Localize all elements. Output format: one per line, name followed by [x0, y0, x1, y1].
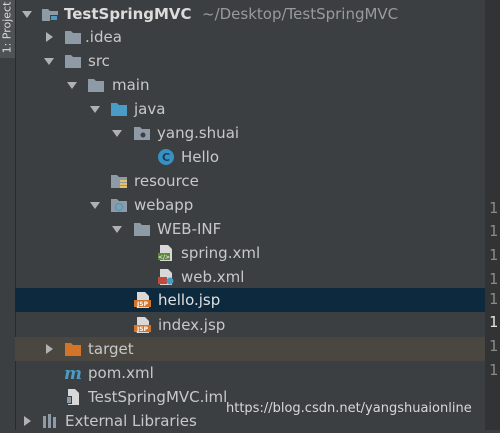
tree-label-idea: .idea: [85, 28, 122, 46]
project-name: TestSpringMVC: [64, 5, 192, 23]
project-folder-icon: [41, 5, 59, 23]
tree-label-index-jsp: index.jsp: [158, 316, 226, 334]
tree-row-project-root[interactable]: TestSpringMVC ~/Desktop/TestSpringMVC: [15, 2, 485, 26]
gutter-line-number-current: 1: [489, 313, 499, 331]
gutter-line-number: 1: [489, 246, 499, 264]
tree-row-resource[interactable]: resource: [15, 169, 485, 193]
folder-icon: [64, 28, 82, 46]
tree-row-web-xml[interactable]: web.xml: [15, 265, 485, 289]
chevron-down-icon[interactable]: [89, 199, 101, 211]
project-tree[interactable]: TestSpringMVC ~/Desktop/TestSpringMVC .i…: [15, 0, 485, 430]
chevron-down-icon[interactable]: [89, 103, 101, 115]
watermark-url: https://blog.csdn.net/yangshuaionline: [226, 401, 472, 416]
gutter-line-number: 1: [489, 199, 499, 217]
tree-row-webinf[interactable]: WEB-INF: [15, 217, 485, 241]
gutter-line-number: 1: [489, 222, 499, 240]
module-file-icon: [64, 388, 82, 406]
excluded-folder-icon: [64, 340, 82, 358]
chevron-down-icon[interactable]: [43, 55, 55, 67]
tree-label-resource: resource: [134, 172, 199, 190]
tree-row-package[interactable]: yang.shuai: [15, 121, 485, 145]
tree-row-index-jsp[interactable]: JSP index.jsp: [15, 313, 485, 337]
package-icon: [133, 124, 151, 142]
tree-label-iml: TestSpringMVC.iml: [88, 388, 228, 406]
tree-label-pom: pom.xml: [88, 364, 154, 382]
tree-row-spring-xml[interactable]: </> spring.xml: [15, 241, 485, 265]
svg-text:</>: </>: [158, 254, 170, 261]
tree-row-hello-jsp[interactable]: JSP hello.jsp: [15, 288, 485, 312]
chevron-down-icon[interactable]: [21, 8, 33, 20]
tree-row-java[interactable]: java: [15, 97, 485, 121]
tree-label-target: target: [88, 340, 134, 358]
class-icon: C: [157, 148, 175, 166]
jsp-file-icon: JSP: [134, 291, 152, 309]
tree-label-webinf: WEB-INF: [157, 220, 222, 238]
chevron-down-icon[interactable]: [111, 127, 123, 139]
tree-label-spring-xml: spring.xml: [181, 244, 261, 262]
tree-row-src[interactable]: src: [15, 49, 485, 73]
tree-row-pom[interactable]: m pom.xml: [15, 361, 485, 385]
tree-row-idea[interactable]: .idea: [15, 25, 485, 49]
folder-icon: [64, 52, 82, 70]
svg-text:m: m: [64, 364, 82, 382]
tool-window-strip: 1: Project: [0, 0, 16, 430]
maven-icon: m: [64, 364, 82, 382]
gutter-line-number: 1: [489, 361, 499, 379]
tree-row-main[interactable]: main: [15, 73, 485, 97]
gutter-line-number: 1: [489, 270, 499, 288]
tree-row-webapp[interactable]: webapp: [15, 193, 485, 217]
gutter-line-number: 1: [489, 337, 499, 355]
tree-row-hello-class[interactable]: C Hello: [15, 145, 485, 169]
gutter-line-number: 1: [489, 290, 499, 308]
tree-label-main: main: [112, 76, 150, 94]
tree-label-package: yang.shuai: [157, 124, 240, 142]
chevron-down-icon[interactable]: [111, 223, 123, 235]
chevron-right-icon[interactable]: [43, 343, 55, 355]
chevron-right-icon[interactable]: [43, 31, 55, 43]
xml-file-icon: [157, 268, 175, 286]
tree-row-target[interactable]: target: [15, 337, 485, 361]
project-path: ~/Desktop/TestSpringMVC: [202, 5, 399, 23]
folder-icon: [87, 76, 105, 94]
chevron-right-icon[interactable]: [21, 415, 33, 427]
tree-label-external-libraries: External Libraries: [65, 412, 197, 430]
chevron-down-icon[interactable]: [66, 79, 78, 91]
svg-text:JSP: JSP: [136, 326, 149, 333]
project-tool-tab[interactable]: 1: Project: [0, 0, 15, 58]
svg-text:C: C: [162, 151, 170, 164]
source-folder-icon: [110, 100, 128, 118]
svg-text:JSP: JSP: [136, 301, 149, 308]
xml-file-icon: </>: [157, 244, 175, 262]
tree-label-webapp: webapp: [134, 196, 194, 214]
library-icon: [41, 412, 59, 430]
folder-icon: [133, 220, 151, 238]
tree-label-src: src: [88, 52, 110, 70]
project-tool-tab-label: 1: Project: [0, 1, 14, 54]
tree-label-web-xml: web.xml: [181, 268, 245, 286]
jsp-file-icon: JSP: [134, 316, 152, 334]
tree-label-java: java: [134, 100, 166, 118]
tree-label-hello-jsp: hello.jsp: [158, 291, 221, 309]
resource-folder-icon: [110, 172, 128, 190]
tree-label-hello: Hello: [181, 148, 220, 166]
web-folder-icon: [110, 196, 128, 214]
